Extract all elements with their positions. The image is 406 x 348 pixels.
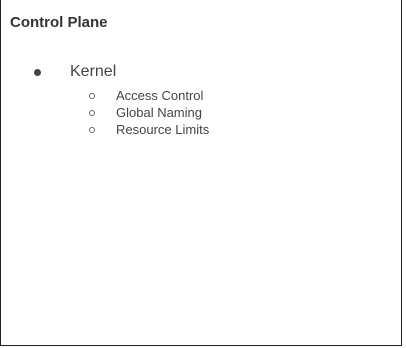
list-item-label: Global Naming xyxy=(116,105,202,120)
list-item-access-control: Access Control xyxy=(1,88,401,105)
list-item-label: Resource Limits xyxy=(116,122,210,137)
hollow-circle-bullet-icon xyxy=(89,93,95,99)
hollow-circle-bullet-icon xyxy=(89,110,95,116)
list-item-kernel: Kernel xyxy=(1,63,401,83)
hollow-circle-bullet-icon xyxy=(89,127,95,133)
list-item-resource-limits: Resource Limits xyxy=(1,122,401,139)
list-item-label: Kernel xyxy=(70,63,117,80)
list-item-label: Access Control xyxy=(116,88,204,103)
list-item-global-naming: Global Naming xyxy=(1,105,401,122)
control-plane-panel: Control Plane Kernel Access Control Glob… xyxy=(0,0,402,346)
filled-circle-bullet-icon xyxy=(34,69,41,76)
outline-list: Kernel xyxy=(1,63,401,83)
sub-list-kernel: Access Control Global Naming Resource Li… xyxy=(1,88,401,139)
panel-title: Control Plane xyxy=(10,14,108,31)
